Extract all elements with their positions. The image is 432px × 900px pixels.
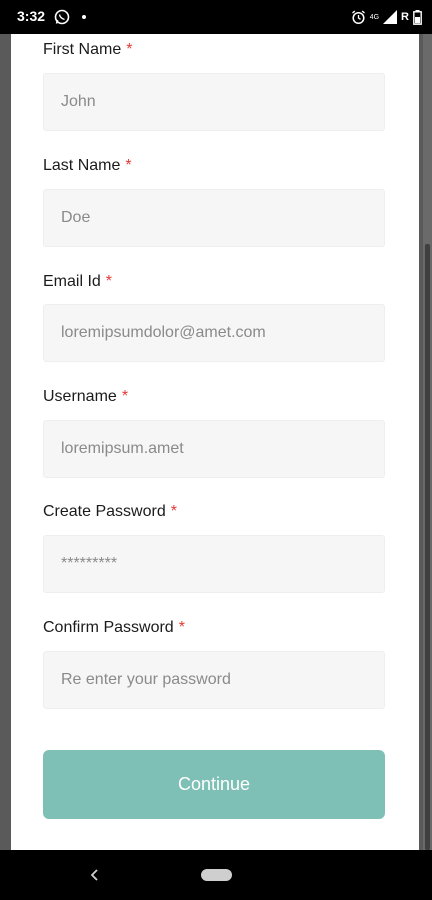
username-label-text: Username [43,388,117,405]
last-name-label-text: Last Name [43,157,121,174]
network-type-label: 4G [369,13,380,21]
first-name-label: First Name * [43,41,132,59]
notification-dot [82,15,86,19]
status-time: 3:32 [17,8,46,24]
confirm-password-input[interactable] [43,651,385,709]
home-pill-icon[interactable] [201,869,232,881]
back-icon[interactable] [87,867,103,883]
create-password-label-text: Create Password [43,503,166,520]
continue-button[interactable]: Continue [43,750,385,819]
required-asterisk: * [105,273,113,290]
alarm-icon [351,9,365,24]
roaming-label: R [401,11,409,23]
required-asterisk: * [125,157,132,174]
email-label-text: Email Id [43,273,101,290]
required-asterisk: * [121,388,129,405]
username-label: Username * [43,388,128,406]
required-asterisk: * [170,503,177,520]
email-input[interactable] [43,304,385,362]
first-name-input[interactable] [43,73,385,131]
required-asterisk: * [178,619,185,636]
status-icons: 4G R [351,8,422,26]
last-name-input[interactable] [43,189,385,247]
create-password-input[interactable] [43,535,385,593]
username-input[interactable] [43,420,385,478]
last-name-label: Last Name * [43,157,132,175]
create-password-label: Create Password * [43,503,177,521]
battery-icon [413,9,422,25]
confirm-password-label-text: Confirm Password [43,619,174,636]
scrollbar-thumb[interactable] [425,244,430,850]
first-name-label-text: First Name [43,41,122,58]
email-label: Email Id * [43,273,112,291]
status-bar: 3:32 4G R [0,0,432,34]
whatsapp-icon [54,9,70,25]
signal-icon [383,10,398,24]
confirm-password-label: Confirm Password * [43,619,185,637]
required-asterisk: * [126,41,133,58]
